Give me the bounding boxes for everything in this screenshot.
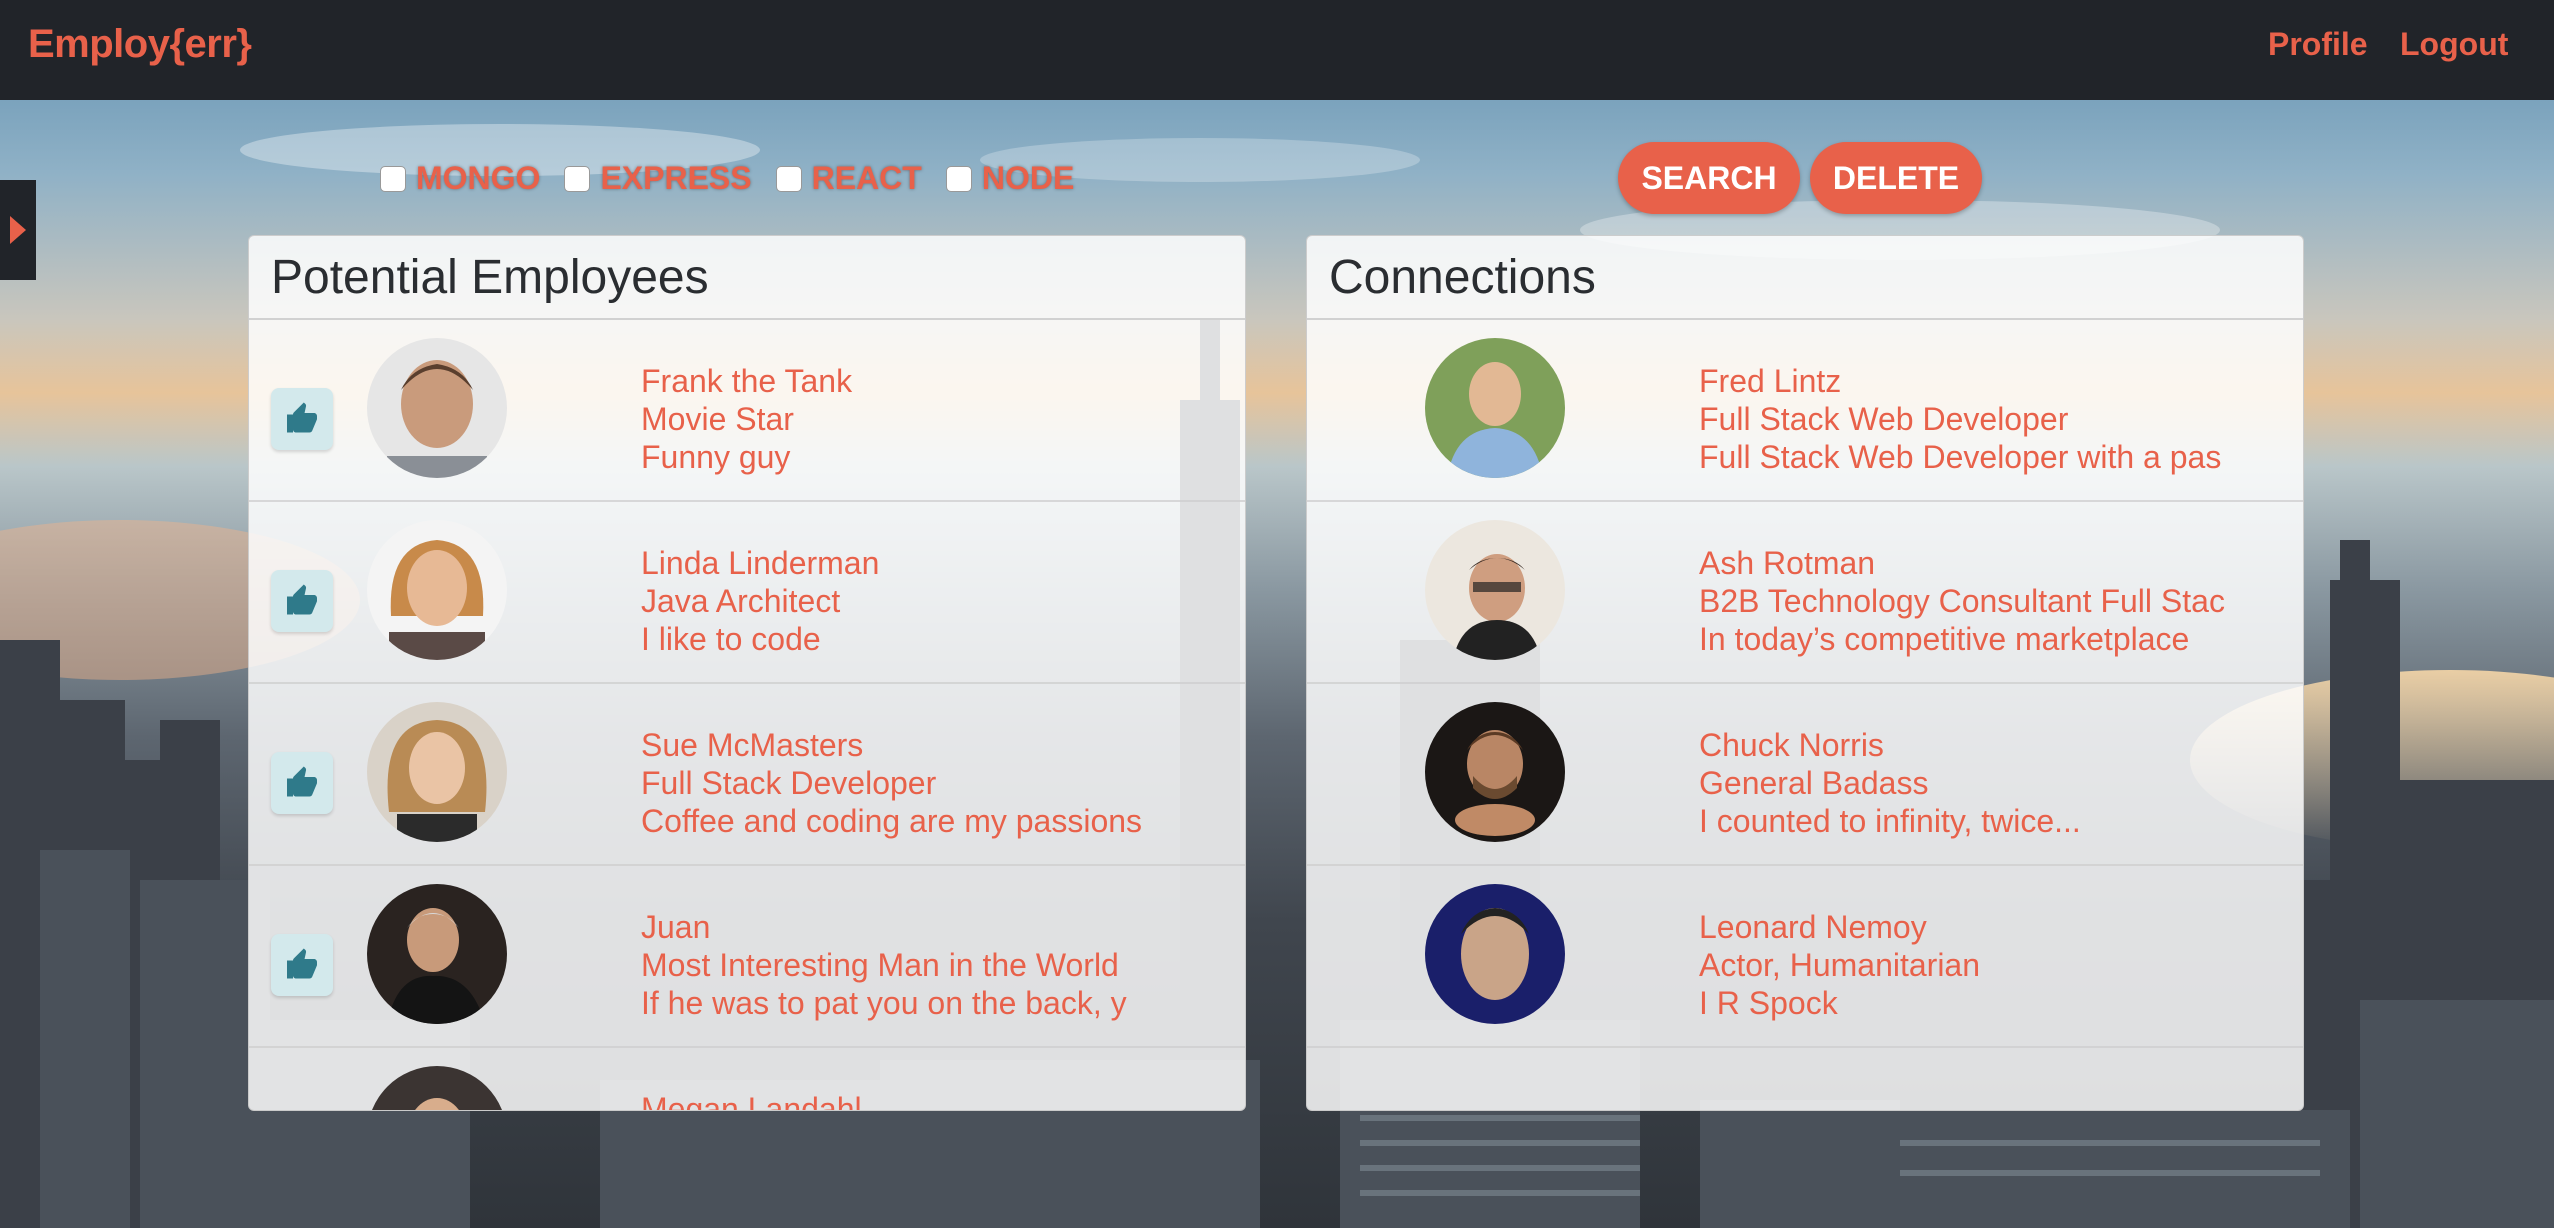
- mongo-checkbox[interactable]: [380, 165, 406, 192]
- brand-logo[interactable]: Employ{err}: [28, 22, 252, 67]
- thumbs-up-icon: [287, 948, 317, 979]
- search-button[interactable]: SEARCH: [1618, 142, 1800, 214]
- avatar: [1425, 702, 1565, 842]
- profile-info: Linda Linderman Java Architect I like to…: [641, 544, 879, 658]
- profile-info: Megan Landahl: [641, 1090, 862, 1110]
- panel-header: Connections: [1307, 236, 2303, 320]
- profile-name[interactable]: Sue McMasters: [641, 726, 1142, 764]
- thumbs-up-icon: [287, 766, 317, 797]
- thumbs-up-icon: [287, 584, 317, 615]
- like-button[interactable]: [271, 752, 333, 814]
- sidebar-toggle[interactable]: [0, 180, 36, 280]
- profile-name[interactable]: Frank the Tank: [641, 362, 852, 400]
- profile-name[interactable]: Leonard Nemoy: [1699, 908, 1980, 946]
- filter-express[interactable]: EXPRESS: [564, 160, 752, 197]
- list-item: Linda Linderman Java Architect I like to…: [249, 502, 1245, 684]
- profile-name[interactable]: Megan Landahl: [641, 1090, 862, 1110]
- avatar: [1425, 520, 1565, 660]
- list-item: Fred Lintz Full Stack Web Developer Full…: [1307, 320, 2303, 502]
- profile-bio: I like to code: [641, 621, 821, 657]
- profile-bio: Funny guy: [641, 439, 791, 475]
- profile-role: Most Interesting Man in the World: [641, 947, 1119, 983]
- profile-bio: If he was to pat you on the back, y: [641, 985, 1127, 1021]
- like-button[interactable]: [271, 934, 333, 996]
- profile-info: Sue McMasters Full Stack Developer Coffe…: [641, 726, 1142, 840]
- filter-react[interactable]: REACT: [775, 160, 922, 197]
- avatar: [367, 520, 507, 660]
- profile-role: B2B Technology Consultant Full Stac: [1699, 583, 2225, 619]
- panel-header: Potential Employees: [249, 236, 1245, 320]
- profile-info: Leonard Nemoy Actor, Humanitarian I R Sp…: [1699, 908, 1980, 1022]
- avatar: [1425, 884, 1565, 1024]
- profile-bio: Coffee and coding are my passions: [641, 803, 1143, 839]
- top-navbar: Employ{err} Profile Logout: [0, 0, 2554, 100]
- filter-node[interactable]: NODE: [945, 160, 1075, 197]
- list-item: Chuck Norris General Badass I counted to…: [1307, 684, 2303, 866]
- list-item: Leonard Nemoy Actor, Humanitarian I R Sp…: [1307, 866, 2303, 1048]
- caret-right-icon: [10, 216, 26, 244]
- potential-employees-panel: Potential Employees Frank the Tank Movie…: [248, 235, 1246, 1111]
- list-item: Juan Most Interesting Man in the World I…: [249, 866, 1245, 1048]
- list-item: Ash Rotman B2B Technology Consultant Ful…: [1307, 502, 2303, 684]
- filter-mongo[interactable]: MONGO: [380, 160, 540, 197]
- profile-name[interactable]: Fred Lintz: [1699, 362, 2221, 400]
- profile-role: General Badass: [1699, 765, 1929, 801]
- profile-role: Full Stack Web Developer: [1699, 401, 2069, 437]
- filter-label: EXPRESS: [600, 160, 752, 196]
- list-item: Megan Landahl: [249, 1048, 1245, 1110]
- delete-button[interactable]: DELETE: [1810, 142, 1982, 214]
- list-item: Sue McMasters Full Stack Developer Coffe…: [249, 684, 1245, 866]
- profile-role: Full Stack Developer: [641, 765, 937, 801]
- like-button[interactable]: [271, 388, 333, 450]
- profile-info: Frank the Tank Movie Star Funny guy: [641, 362, 852, 476]
- thumbs-up-icon: [287, 402, 317, 433]
- panel-title: Potential Employees: [271, 250, 709, 304]
- profile-bio: I counted to infinity, twice...: [1699, 803, 2081, 839]
- profile-role: Actor, Humanitarian: [1699, 947, 1981, 983]
- skill-filters: MONGO EXPRESS REACT NODE: [380, 160, 1098, 197]
- filter-label: REACT: [811, 160, 922, 196]
- profile-info: Fred Lintz Full Stack Web Developer Full…: [1699, 362, 2221, 476]
- avatar: [367, 338, 507, 478]
- profile-info: Ash Rotman B2B Technology Consultant Ful…: [1699, 544, 2225, 658]
- like-button[interactable]: [271, 570, 333, 632]
- profile-bio: Full Stack Web Developer with a pas: [1699, 439, 2222, 475]
- react-checkbox[interactable]: [775, 165, 802, 192]
- list-item: Frank the Tank Movie Star Funny guy: [249, 320, 1245, 502]
- profile-role: Java Architect: [641, 583, 841, 619]
- connections-panel: Connections Fred Lintz Full Stack Web De…: [1306, 235, 2304, 1111]
- profile-info: Juan Most Interesting Man in the World I…: [641, 908, 1127, 1022]
- filter-label: MONGO: [416, 160, 541, 196]
- profile-name[interactable]: Ash Rotman: [1699, 544, 2225, 582]
- profile-link[interactable]: Profile: [2268, 26, 2368, 63]
- profile-info: Chuck Norris General Badass I counted to…: [1699, 726, 2081, 840]
- avatar: [367, 884, 507, 1024]
- profile-name[interactable]: Juan: [641, 908, 1127, 946]
- profile-name[interactable]: Linda Linderman: [641, 544, 879, 582]
- avatar: [367, 1066, 507, 1110]
- profile-bio: In today’s competitive marketplace: [1699, 621, 2190, 657]
- node-checkbox[interactable]: [945, 165, 972, 192]
- panel-title: Connections: [1329, 250, 1596, 304]
- profile-name[interactable]: Chuck Norris: [1699, 726, 2081, 764]
- avatar: [1425, 338, 1565, 478]
- logout-link[interactable]: Logout: [2400, 26, 2508, 63]
- profile-role: Movie Star: [641, 401, 794, 437]
- filter-label: NODE: [981, 160, 1075, 196]
- express-checkbox[interactable]: [564, 165, 591, 192]
- avatar: [367, 702, 507, 842]
- profile-bio: I R Spock: [1699, 985, 1838, 1021]
